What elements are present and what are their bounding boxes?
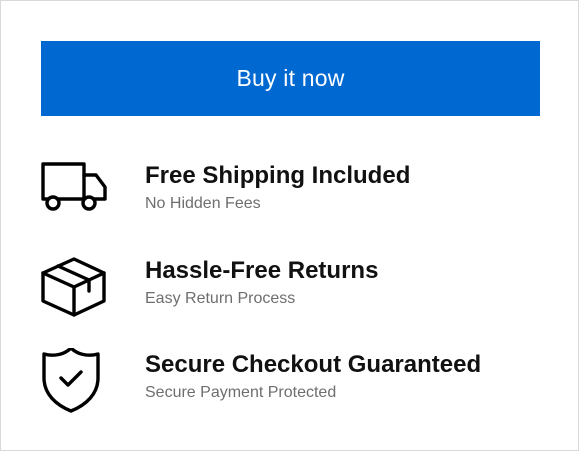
shield-check-icon xyxy=(41,346,107,414)
feature-title: Free Shipping Included xyxy=(145,162,411,189)
feature-secure-checkout: Secure Checkout Guaranteed Secure Paymen… xyxy=(41,346,540,418)
feature-title: Hassle-Free Returns xyxy=(145,257,379,284)
feature-free-returns: Hassle-Free Returns Easy Return Process xyxy=(41,254,540,324)
buy-it-now-button[interactable]: Buy it now xyxy=(41,41,540,116)
feature-subtitle: No Hidden Fees xyxy=(145,195,261,212)
feature-title: Secure Checkout Guaranteed xyxy=(145,351,482,378)
feature-free-shipping: Free Shipping Included No Hidden Fees xyxy=(41,159,540,229)
feature-subtitle: Secure Payment Protected xyxy=(145,384,337,401)
box-icon xyxy=(41,254,107,320)
truck-icon xyxy=(41,159,107,225)
feature-subtitle: Easy Return Process xyxy=(145,290,296,307)
product-purchase-panel: Buy it now Free Shipping Included No Hid… xyxy=(0,0,579,451)
